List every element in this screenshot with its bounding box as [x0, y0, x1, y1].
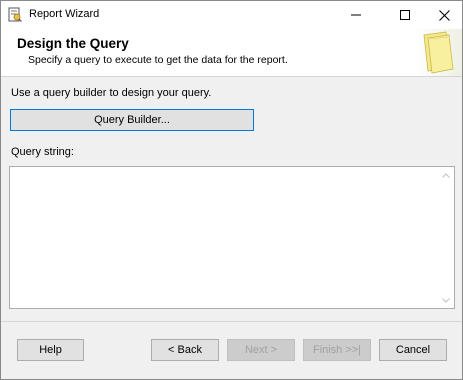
chevron-down-icon [442, 297, 450, 303]
finish-button[interactable]: Finish >>| [303, 339, 371, 361]
minimize-icon [351, 14, 361, 16]
page-title: Design the Query [17, 36, 129, 51]
minimize-button[interactable] [339, 1, 373, 29]
wizard-header: Design the Query Specify a query to exec… [1, 29, 462, 77]
close-icon [438, 9, 450, 21]
chevron-up-icon [442, 172, 450, 178]
instruction-text: Use a query builder to design your query… [11, 87, 212, 99]
help-button[interactable]: Help [17, 339, 84, 361]
query-builder-button[interactable]: Query Builder... [10, 109, 254, 131]
query-string-label: Query string: [11, 146, 74, 158]
scroll-down-button[interactable] [438, 292, 454, 308]
close-button[interactable] [427, 1, 461, 29]
page-subtitle: Specify a query to execute to get the da… [28, 54, 288, 66]
wizard-banner-icon [414, 29, 462, 76]
query-string-input[interactable] [9, 166, 455, 309]
back-button[interactable]: < Back [151, 339, 219, 361]
scroll-up-button[interactable] [438, 167, 454, 183]
window-title: Report Wizard [29, 8, 100, 20]
query-scrollbar[interactable] [438, 167, 454, 308]
maximize-button[interactable] [388, 1, 422, 29]
next-button[interactable]: Next > [227, 339, 295, 361]
title-bar[interactable]: Report Wizard [1, 1, 462, 29]
maximize-icon [400, 10, 410, 20]
report-wizard-window: Report Wizard Design the Query Specify a… [0, 0, 463, 380]
footer-divider [1, 321, 462, 322]
report-wizard-app-icon [8, 7, 22, 22]
cancel-button[interactable]: Cancel [379, 339, 447, 361]
